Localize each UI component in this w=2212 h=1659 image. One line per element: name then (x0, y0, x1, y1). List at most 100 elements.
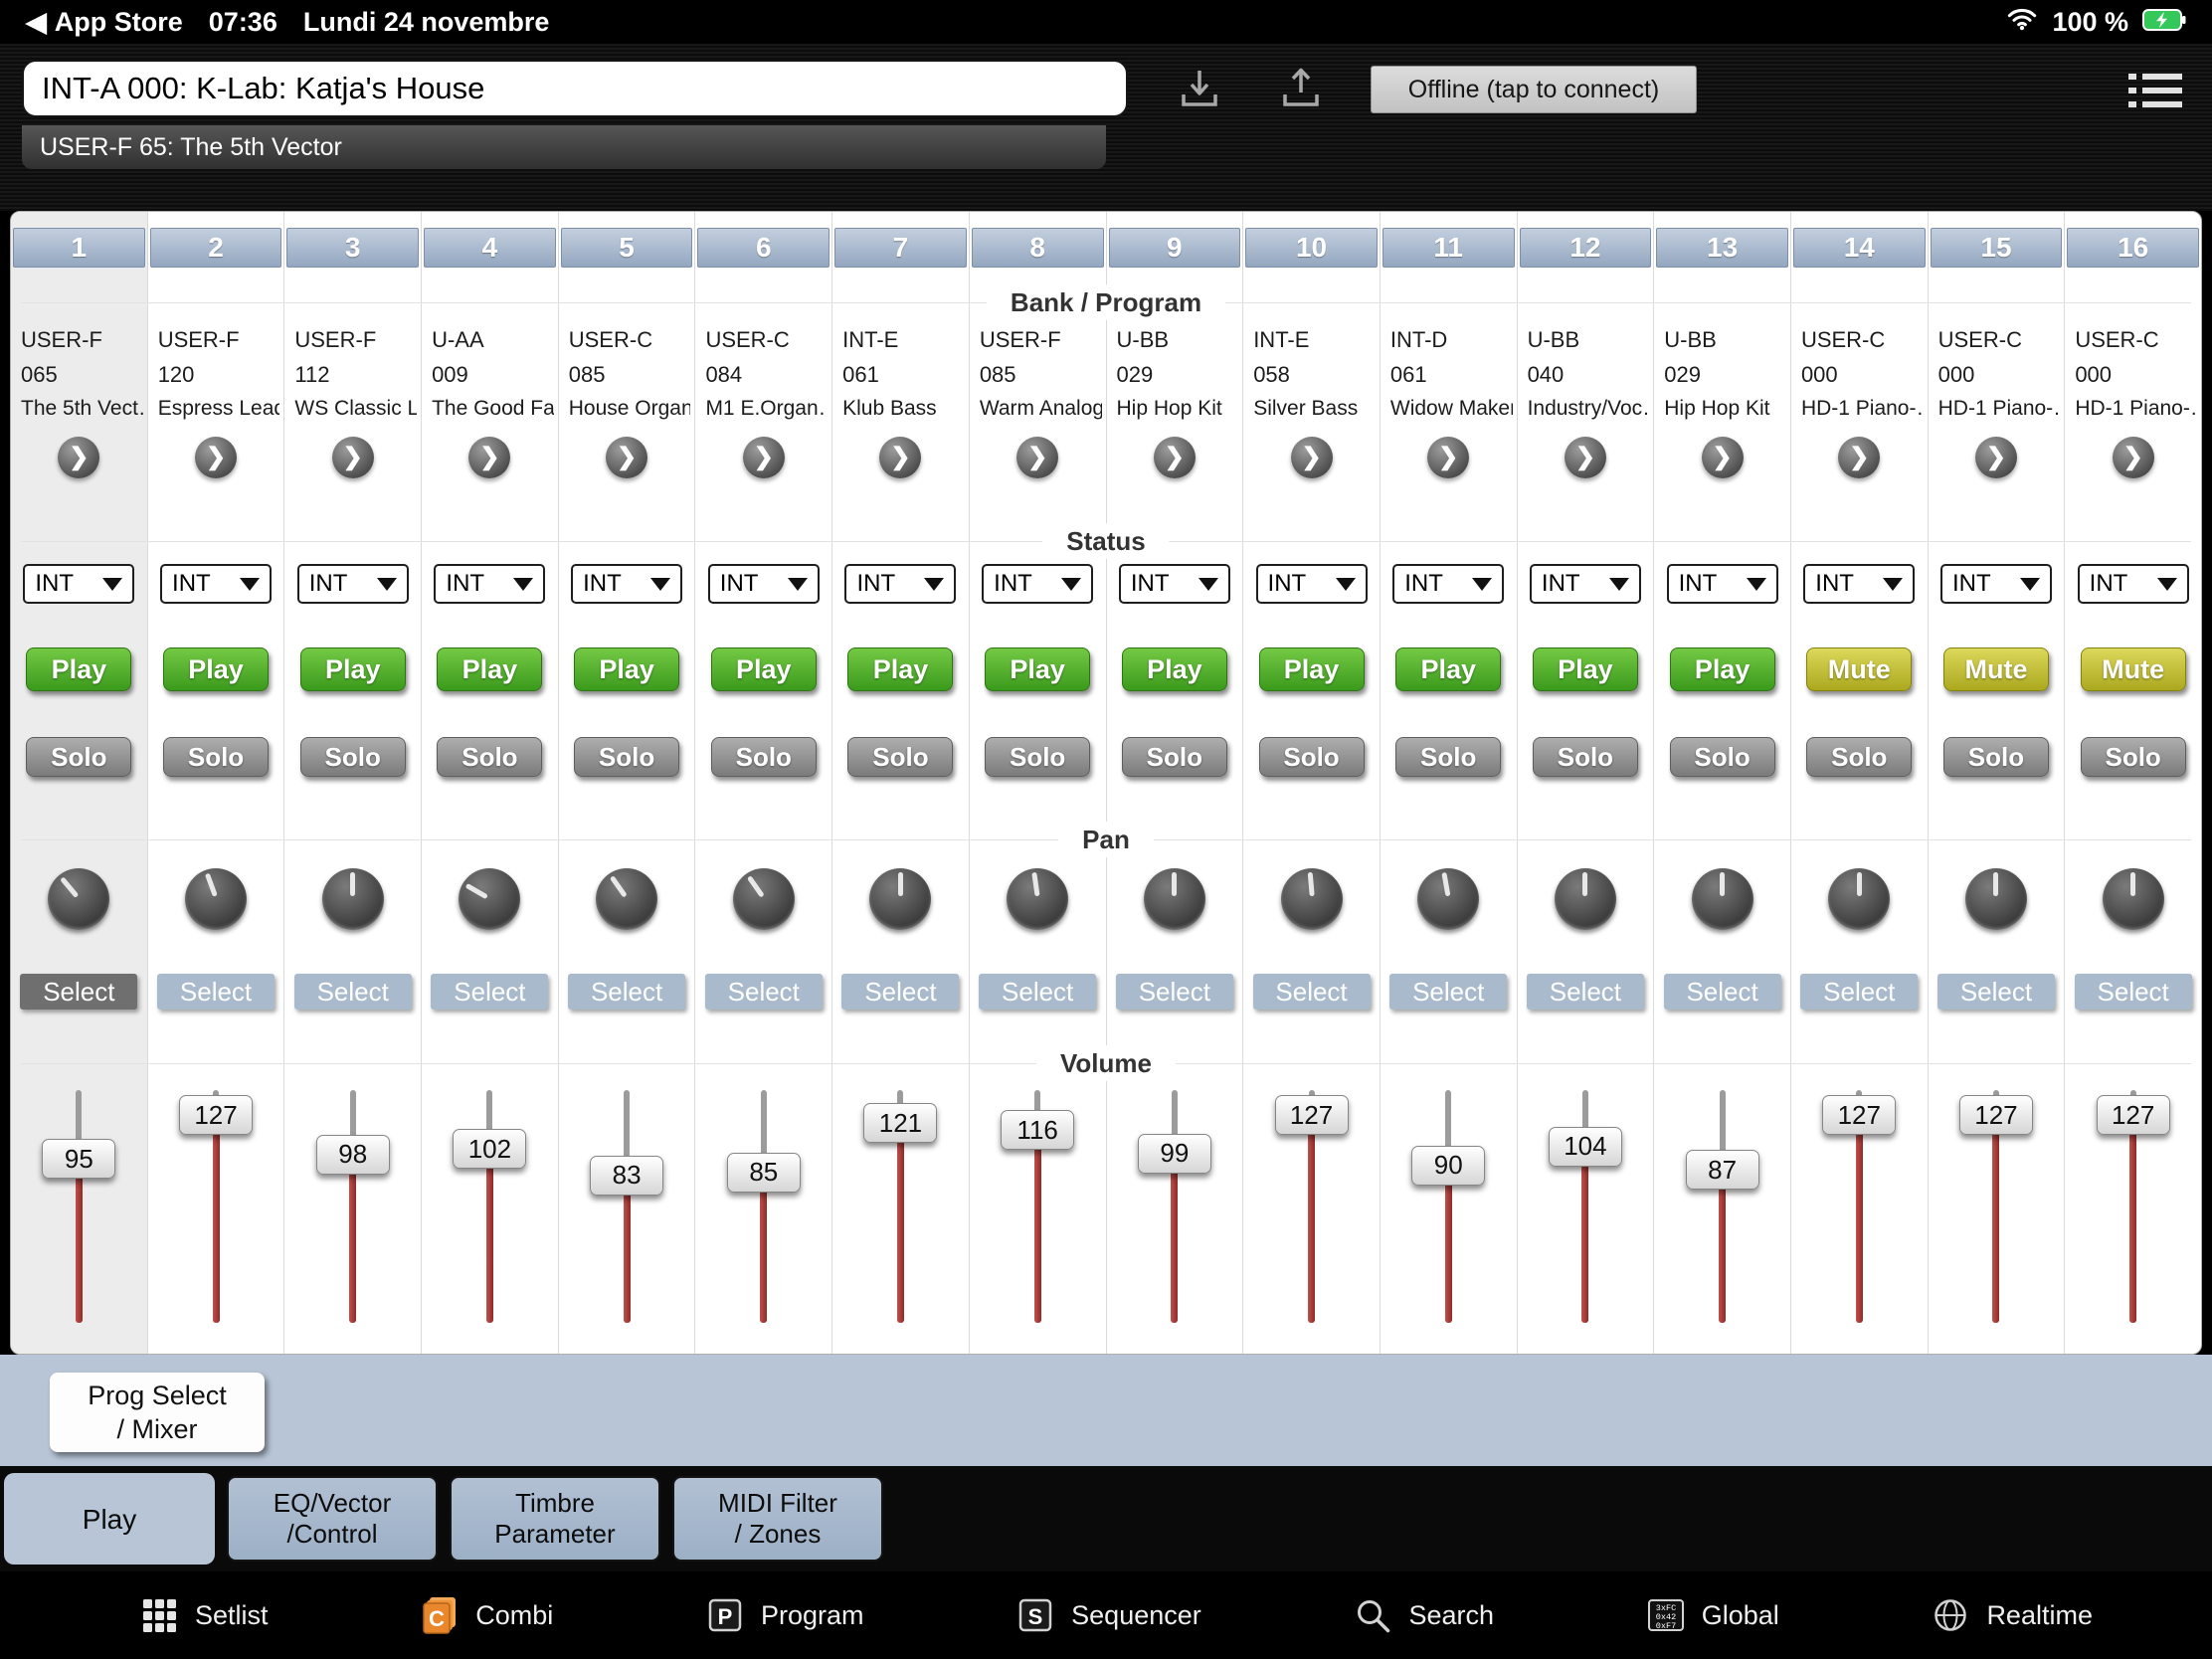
play-mute-button[interactable]: Play (1122, 647, 1227, 691)
play-mute-button[interactable]: Play (300, 647, 406, 691)
nav-item-global[interactable]: 3xFC0x420xF7Global (1646, 1595, 1779, 1635)
solo-button[interactable]: Solo (1806, 737, 1912, 777)
solo-button[interactable]: Solo (437, 737, 542, 777)
volume-slider[interactable]: 121 (832, 1090, 969, 1329)
program-detail-button[interactable]: ❯ (468, 437, 510, 478)
combi-title-field[interactable]: INT-A 000: K-Lab: Katja's House (22, 60, 1128, 117)
status-dropdown[interactable]: INT (571, 564, 682, 604)
nav-item-search[interactable]: Search (1353, 1595, 1494, 1635)
timbre-subtitle-field[interactable]: USER-F 65: The 5th Vector (22, 125, 1106, 169)
volume-slider[interactable]: 83 (559, 1090, 695, 1329)
solo-button[interactable]: Solo (300, 737, 406, 777)
channel-number[interactable]: 7 (834, 228, 967, 268)
solo-button[interactable]: Solo (2081, 737, 2186, 777)
channel-number[interactable]: 13 (1656, 228, 1788, 268)
volume-slider[interactable]: 99 (1107, 1090, 1243, 1329)
volume-thumb[interactable]: 83 (590, 1156, 663, 1196)
pan-knob[interactable] (1555, 868, 1616, 930)
nav-item-combi[interactable]: CCombi (420, 1595, 553, 1635)
status-dropdown[interactable]: INT (982, 564, 1093, 604)
volume-slider[interactable]: 85 (695, 1090, 831, 1329)
select-button[interactable]: Select (1664, 974, 1781, 1010)
channel-number[interactable]: 1 (13, 228, 145, 268)
volume-slider[interactable]: 90 (1381, 1090, 1517, 1329)
pan-knob[interactable] (733, 868, 795, 930)
channel-number[interactable]: 11 (1382, 228, 1515, 268)
program-detail-button[interactable]: ❯ (606, 437, 647, 478)
nav-item-program[interactable]: PProgram (705, 1595, 864, 1635)
channel-number[interactable]: 9 (1109, 228, 1241, 268)
play-mute-button[interactable]: Play (163, 647, 269, 691)
channel-number[interactable]: 8 (972, 228, 1104, 268)
status-dropdown[interactable]: INT (1803, 564, 1915, 604)
solo-button[interactable]: Solo (1259, 737, 1365, 777)
select-button[interactable]: Select (1527, 974, 1644, 1010)
channel-number[interactable]: 14 (1793, 228, 1926, 268)
play-mute-button[interactable]: Play (1259, 647, 1365, 691)
play-mute-button[interactable]: Mute (1943, 647, 2049, 691)
program-detail-button[interactable]: ❯ (1565, 437, 1606, 478)
play-mute-button[interactable]: Play (711, 647, 817, 691)
program-detail-button[interactable]: ❯ (1154, 437, 1196, 478)
pan-knob[interactable] (1417, 868, 1479, 930)
volume-thumb[interactable]: 121 (863, 1103, 937, 1143)
volume-slider[interactable]: 127 (2065, 1090, 2201, 1329)
channel-number[interactable]: 3 (286, 228, 419, 268)
page-tab-eq-vector-control[interactable]: EQ/Vector/Control (227, 1476, 438, 1562)
select-button[interactable]: Select (20, 974, 137, 1010)
select-button[interactable]: Select (1937, 974, 2055, 1010)
import-button[interactable] (1174, 64, 1225, 115)
pan-knob[interactable] (1007, 868, 1068, 930)
select-button[interactable]: Select (431, 974, 548, 1010)
channel-number[interactable]: 2 (150, 228, 282, 268)
program-detail-button[interactable]: ❯ (1427, 437, 1469, 478)
volume-slider[interactable]: 127 (1791, 1090, 1928, 1329)
channel-number[interactable]: 4 (424, 228, 556, 268)
volume-slider[interactable]: 127 (148, 1090, 284, 1329)
status-dropdown[interactable]: INT (160, 564, 272, 604)
program-detail-button[interactable]: ❯ (879, 437, 921, 478)
pan-knob[interactable] (1692, 868, 1753, 930)
pan-knob[interactable] (459, 868, 520, 930)
program-detail-button[interactable]: ❯ (1975, 437, 2017, 478)
page-tab-midi-filter-zones[interactable]: MIDI Filter/ Zones (672, 1476, 883, 1562)
select-button[interactable]: Select (1116, 974, 1233, 1010)
volume-thumb[interactable]: 95 (42, 1139, 115, 1179)
solo-button[interactable]: Solo (1670, 737, 1775, 777)
channel-number[interactable]: 16 (2067, 228, 2199, 268)
solo-button[interactable]: Solo (1122, 737, 1227, 777)
volume-slider[interactable]: 87 (1654, 1090, 1790, 1329)
play-mute-button[interactable]: Play (1533, 647, 1638, 691)
channel-number[interactable]: 10 (1245, 228, 1378, 268)
status-dropdown[interactable]: INT (1667, 564, 1778, 604)
select-button[interactable]: Select (1253, 974, 1371, 1010)
nav-item-sequencer[interactable]: SSequencer (1015, 1595, 1201, 1635)
volume-thumb[interactable]: 98 (316, 1135, 390, 1175)
share-button[interactable] (1275, 64, 1327, 115)
program-detail-button[interactable]: ❯ (58, 437, 99, 478)
volume-thumb[interactable]: 116 (1001, 1110, 1074, 1150)
status-dropdown[interactable]: INT (1940, 564, 2052, 604)
volume-slider[interactable]: 116 (970, 1090, 1106, 1329)
volume-thumb[interactable]: 90 (1411, 1146, 1485, 1186)
status-dropdown[interactable]: INT (844, 564, 956, 604)
solo-button[interactable]: Solo (163, 737, 269, 777)
play-mute-button[interactable]: Play (26, 647, 131, 691)
nav-item-setlist[interactable]: Setlist (139, 1595, 269, 1635)
volume-slider[interactable]: 102 (422, 1090, 558, 1329)
select-button[interactable]: Select (705, 974, 823, 1010)
pan-knob[interactable] (869, 868, 931, 930)
tab-prog-select-mixer[interactable]: Prog Select / Mixer (50, 1373, 265, 1452)
pan-knob[interactable] (2103, 868, 2164, 930)
play-mute-button[interactable]: Mute (1806, 647, 1912, 691)
play-mute-button[interactable]: Play (847, 647, 953, 691)
nav-item-realtime[interactable]: Realtime (1931, 1595, 2093, 1635)
play-mute-button[interactable]: Mute (2081, 647, 2186, 691)
status-dropdown[interactable]: INT (1392, 564, 1504, 604)
program-detail-button[interactable]: ❯ (195, 437, 237, 478)
solo-button[interactable]: Solo (26, 737, 131, 777)
status-dropdown[interactable]: INT (2078, 564, 2189, 604)
channel-number[interactable]: 12 (1520, 228, 1652, 268)
volume-slider[interactable]: 104 (1518, 1090, 1654, 1329)
play-mute-button[interactable]: Play (985, 647, 1090, 691)
